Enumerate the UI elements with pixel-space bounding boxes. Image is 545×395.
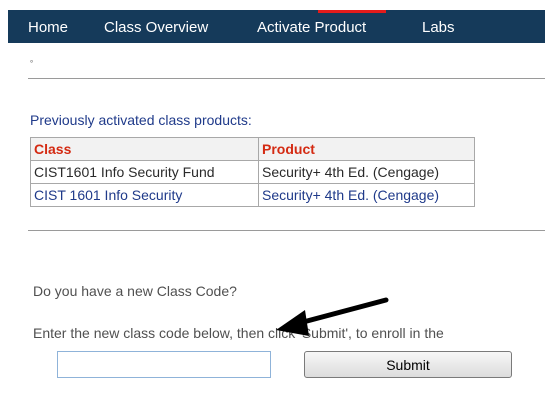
annotation-arrow xyxy=(276,297,389,336)
activate-product-page: Home Class Overview Activate Product Lab… xyxy=(0,0,545,395)
